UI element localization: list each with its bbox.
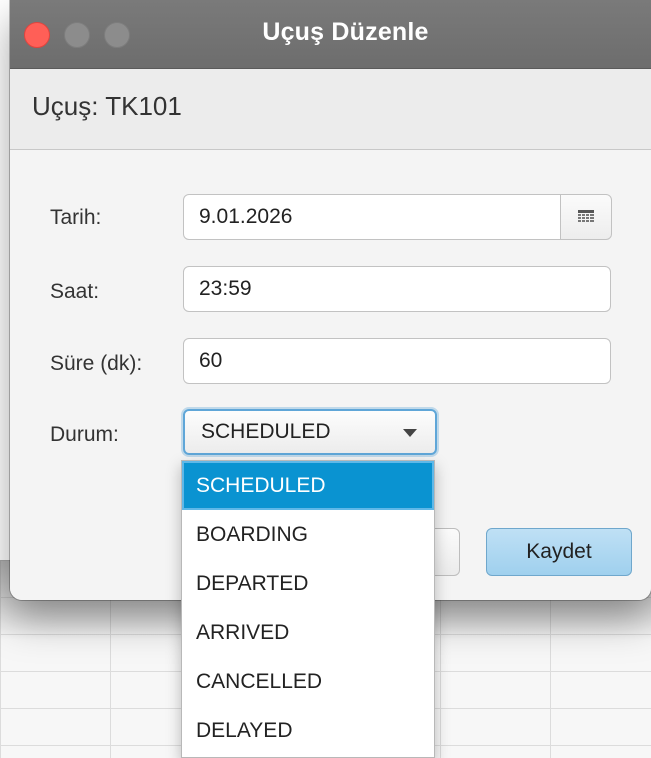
status-option-arrived[interactable]: ARRIVED (182, 608, 434, 657)
flight-label: Uçuş: TK101 (32, 91, 182, 121)
save-button[interactable]: Kaydet (486, 528, 632, 576)
chevron-down-icon (403, 429, 417, 437)
status-option-scheduled[interactable]: SCHEDULED (182, 461, 434, 510)
status-selected-value: SCHEDULED (201, 420, 331, 443)
status-label: Durum: (50, 423, 119, 446)
dialog-header: Uçuş: TK101 (10, 69, 651, 150)
status-option-boarding[interactable]: BOARDING (182, 510, 434, 559)
duration-input[interactable] (183, 338, 611, 384)
status-option-cancelled[interactable]: CANCELLED (182, 657, 434, 706)
date-input[interactable] (183, 194, 561, 240)
duration-label: Süre (dk): (50, 352, 143, 375)
calendar-icon (578, 210, 594, 222)
status-option-delayed[interactable]: DELAYED (182, 706, 434, 755)
status-dropdown-list[interactable]: SCHEDULED BOARDING DEPARTED ARRIVED CANC… (181, 460, 435, 758)
title-bar[interactable]: Uçuş Düzenle (10, 0, 651, 69)
date-picker-button[interactable] (560, 194, 612, 240)
time-label: Saat: (50, 280, 100, 303)
date-label: Tarih: (50, 206, 102, 229)
status-combobox[interactable]: SCHEDULED (183, 409, 437, 455)
time-input[interactable] (183, 266, 611, 312)
status-option-departed[interactable]: DEPARTED (182, 559, 434, 608)
window-title: Uçuş Düzenle (262, 18, 429, 46)
